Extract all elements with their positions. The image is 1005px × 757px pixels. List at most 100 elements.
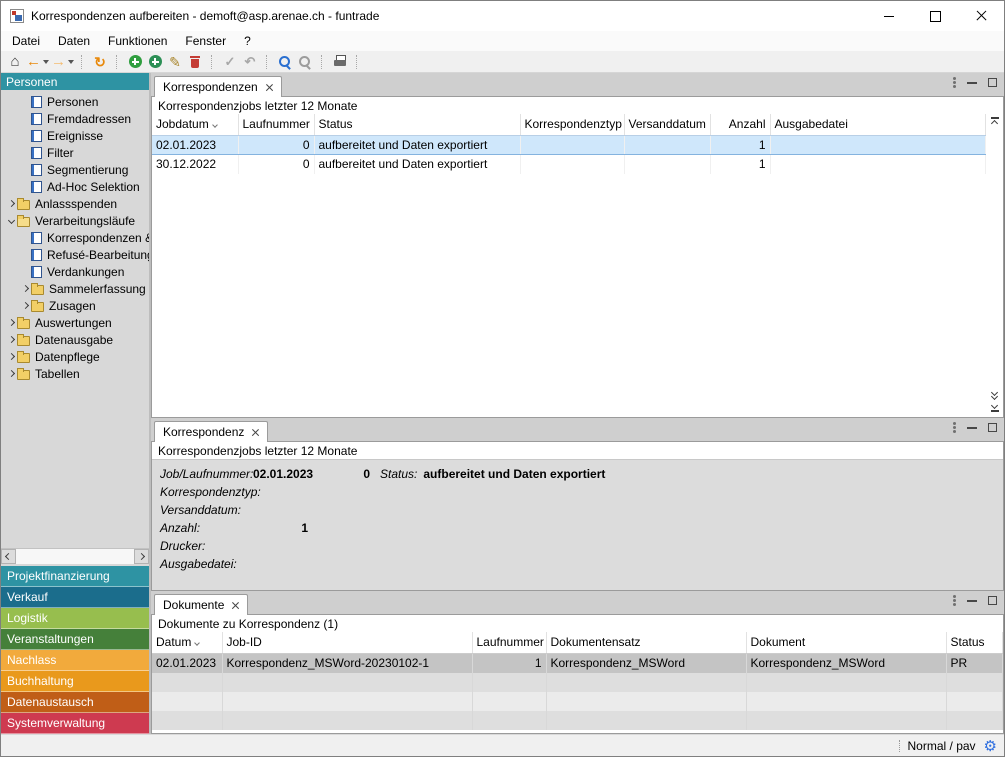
window-minimize-button[interactable]	[866, 1, 912, 31]
tree-expand-icon[interactable]	[5, 201, 17, 206]
column-header-status[interactable]: Status	[946, 632, 1003, 654]
scroll-right-button[interactable]	[134, 549, 149, 564]
window-maximize-button[interactable]	[912, 1, 958, 31]
column-header-datum[interactable]: Datum	[152, 632, 222, 654]
tab-korrespondenzen[interactable]: Korrespondenzen	[154, 76, 282, 97]
search-inactive-button[interactable]	[295, 52, 315, 72]
tab-close-icon[interactable]	[231, 601, 239, 609]
add-copy-button[interactable]	[145, 52, 165, 72]
sidebar-hscrollbar[interactable]	[1, 548, 149, 564]
panel-maximize-icon[interactable]	[988, 78, 997, 87]
page-down-button[interactable]	[992, 388, 997, 401]
toolbar-separator	[356, 55, 361, 69]
column-header-laufnummer[interactable]: Laufnummer	[472, 632, 546, 654]
sidebar-item-verarbeitungsläufe[interactable]: Verarbeitungsläufe	[1, 212, 149, 229]
scroll-left-button[interactable]	[1, 549, 16, 564]
sidebar-item-sammelerfassung[interactable]: Sammelerfassung	[1, 280, 149, 297]
panel-menu-icon[interactable]	[953, 595, 956, 598]
sidebar-header-personen[interactable]: Personen	[1, 73, 149, 90]
back-button[interactable]	[25, 52, 50, 72]
sidebar-item-ad-hoc-selektion[interactable]: Ad-Hoc Selektion	[1, 178, 149, 195]
column-header-dokument[interactable]: Dokument	[746, 632, 946, 654]
table-row[interactable]: 30.12.20220aufbereitet und Daten exporti…	[152, 155, 986, 174]
sidebar-item-personen[interactable]: Personen	[1, 93, 149, 110]
module-buchhaltung[interactable]: Buchhaltung	[1, 671, 149, 692]
sidebar-item-fremdadressen[interactable]: Fremdadressen	[1, 110, 149, 127]
module-logistik[interactable]: Logistik	[1, 608, 149, 629]
sidebar-item-datenausgabe[interactable]: Datenausgabe	[1, 331, 149, 348]
module-projektfinanzierung[interactable]: Projektfinanzierung	[1, 566, 149, 587]
tree-collapse-icon[interactable]	[5, 218, 17, 223]
panel-menu-icon[interactable]	[953, 422, 956, 425]
home-button[interactable]	[5, 52, 25, 72]
column-header-versanddatum[interactable]: Versanddatum	[624, 114, 710, 136]
panel-maximize-icon[interactable]	[988, 423, 997, 432]
tab-close-icon[interactable]	[265, 83, 273, 91]
column-header-anzahl[interactable]: Anzahl	[710, 114, 770, 136]
column-header-job-id[interactable]: Job-ID	[222, 632, 472, 654]
window-close-button[interactable]	[958, 1, 1004, 31]
column-header-dokumentensatz[interactable]: Dokumentensatz	[546, 632, 746, 654]
sidebar-item-tabellen[interactable]: Tabellen	[1, 365, 149, 382]
column-header-korrespondenztyp[interactable]: Korrespondenztyp	[520, 114, 624, 136]
settings-gear-icon[interactable]	[984, 737, 997, 755]
column-header-status[interactable]: Status	[314, 114, 520, 136]
panel-minimize-icon[interactable]	[967, 82, 977, 84]
menu-item-funktionen[interactable]: Funktionen	[99, 32, 176, 50]
menu-item-fenster[interactable]: Fenster	[176, 32, 235, 50]
tree-expand-icon[interactable]	[19, 286, 31, 291]
panel-minimize-icon[interactable]	[967, 600, 977, 602]
table-row[interactable]: 02.01.2023Korrespondenz_MSWord-20230102-…	[152, 654, 1003, 673]
sidebar-item-korrespondenzen[interactable]: Korrespondenzen &	[1, 229, 149, 246]
forward-button[interactable]	[50, 52, 75, 72]
module-nachlass[interactable]: Nachlass	[1, 650, 149, 671]
search-active-button[interactable]	[275, 52, 295, 72]
tab-dokumente[interactable]: Dokumente	[154, 594, 248, 615]
sidebar-item-filter[interactable]: Filter	[1, 144, 149, 161]
table-row[interactable]: 02.01.20230aufbereitet und Daten exporti…	[152, 136, 986, 155]
menu-item-daten[interactable]: Daten	[49, 32, 99, 50]
tree-item-label: Ereignisse	[47, 129, 103, 143]
dropdown-caret-icon[interactable]	[43, 60, 49, 64]
tab-korrespondenz[interactable]: Korrespondenz	[154, 421, 268, 442]
sidebar-item-verdankungen[interactable]: Verdankungen	[1, 263, 149, 280]
undo-button[interactable]	[240, 52, 260, 72]
panel-minimize-icon[interactable]	[967, 427, 977, 429]
menu-item-hilfe[interactable]: ?	[235, 32, 260, 50]
column-header-laufnummer[interactable]: Laufnummer	[238, 114, 314, 136]
sidebar-item-segmentierung[interactable]: Segmentierung	[1, 161, 149, 178]
dropdown-caret-icon[interactable]	[68, 60, 74, 64]
menu-item-datei[interactable]: Datei	[3, 32, 49, 50]
tree-expand-icon[interactable]	[5, 354, 17, 359]
scroll-to-last-button[interactable]	[991, 401, 999, 414]
add-record-button[interactable]	[125, 52, 145, 72]
sidebar-item-auswertungen[interactable]: Auswertungen	[1, 314, 149, 331]
tree-item-label: Filter	[47, 146, 74, 160]
print-button[interactable]	[330, 52, 350, 72]
panel-maximize-icon[interactable]	[988, 596, 997, 605]
module-datenaustausch[interactable]: Datenaustausch	[1, 692, 149, 713]
column-header-jobdatum[interactable]: Jobdatum	[152, 114, 238, 136]
tree-expand-icon[interactable]	[5, 337, 17, 342]
refresh-button[interactable]	[90, 52, 110, 72]
column-header-ausgabedatei[interactable]: Ausgabedatei	[770, 114, 986, 136]
panel-menu-icon[interactable]	[953, 77, 956, 80]
scroll-to-first-button[interactable]	[991, 115, 999, 128]
sidebar-item-refusé-bearbeitung[interactable]: Refusé-Bearbeitung	[1, 246, 149, 263]
tree-expand-icon[interactable]	[5, 371, 17, 376]
module-veranstaltungen[interactable]: Veranstaltungen	[1, 629, 149, 650]
sidebar-item-datenpflege[interactable]: Datenpflege	[1, 348, 149, 365]
back-icon	[26, 54, 41, 69]
tree-expand-icon[interactable]	[5, 320, 17, 325]
sidebar-item-ereignisse[interactable]: Ereignisse	[1, 127, 149, 144]
sidebar-item-anlassspenden[interactable]: Anlassspenden	[1, 195, 149, 212]
scrollbar-track[interactable]	[16, 549, 134, 564]
confirm-button[interactable]	[220, 52, 240, 72]
tab-close-icon[interactable]	[251, 428, 259, 436]
edit-button[interactable]	[165, 52, 185, 72]
sidebar-item-zusagen[interactable]: Zusagen	[1, 297, 149, 314]
tree-expand-icon[interactable]	[19, 303, 31, 308]
module-verkauf[interactable]: Verkauf	[1, 587, 149, 608]
module-systemverwaltung[interactable]: Systemverwaltung	[1, 713, 149, 734]
delete-button[interactable]	[185, 52, 205, 72]
